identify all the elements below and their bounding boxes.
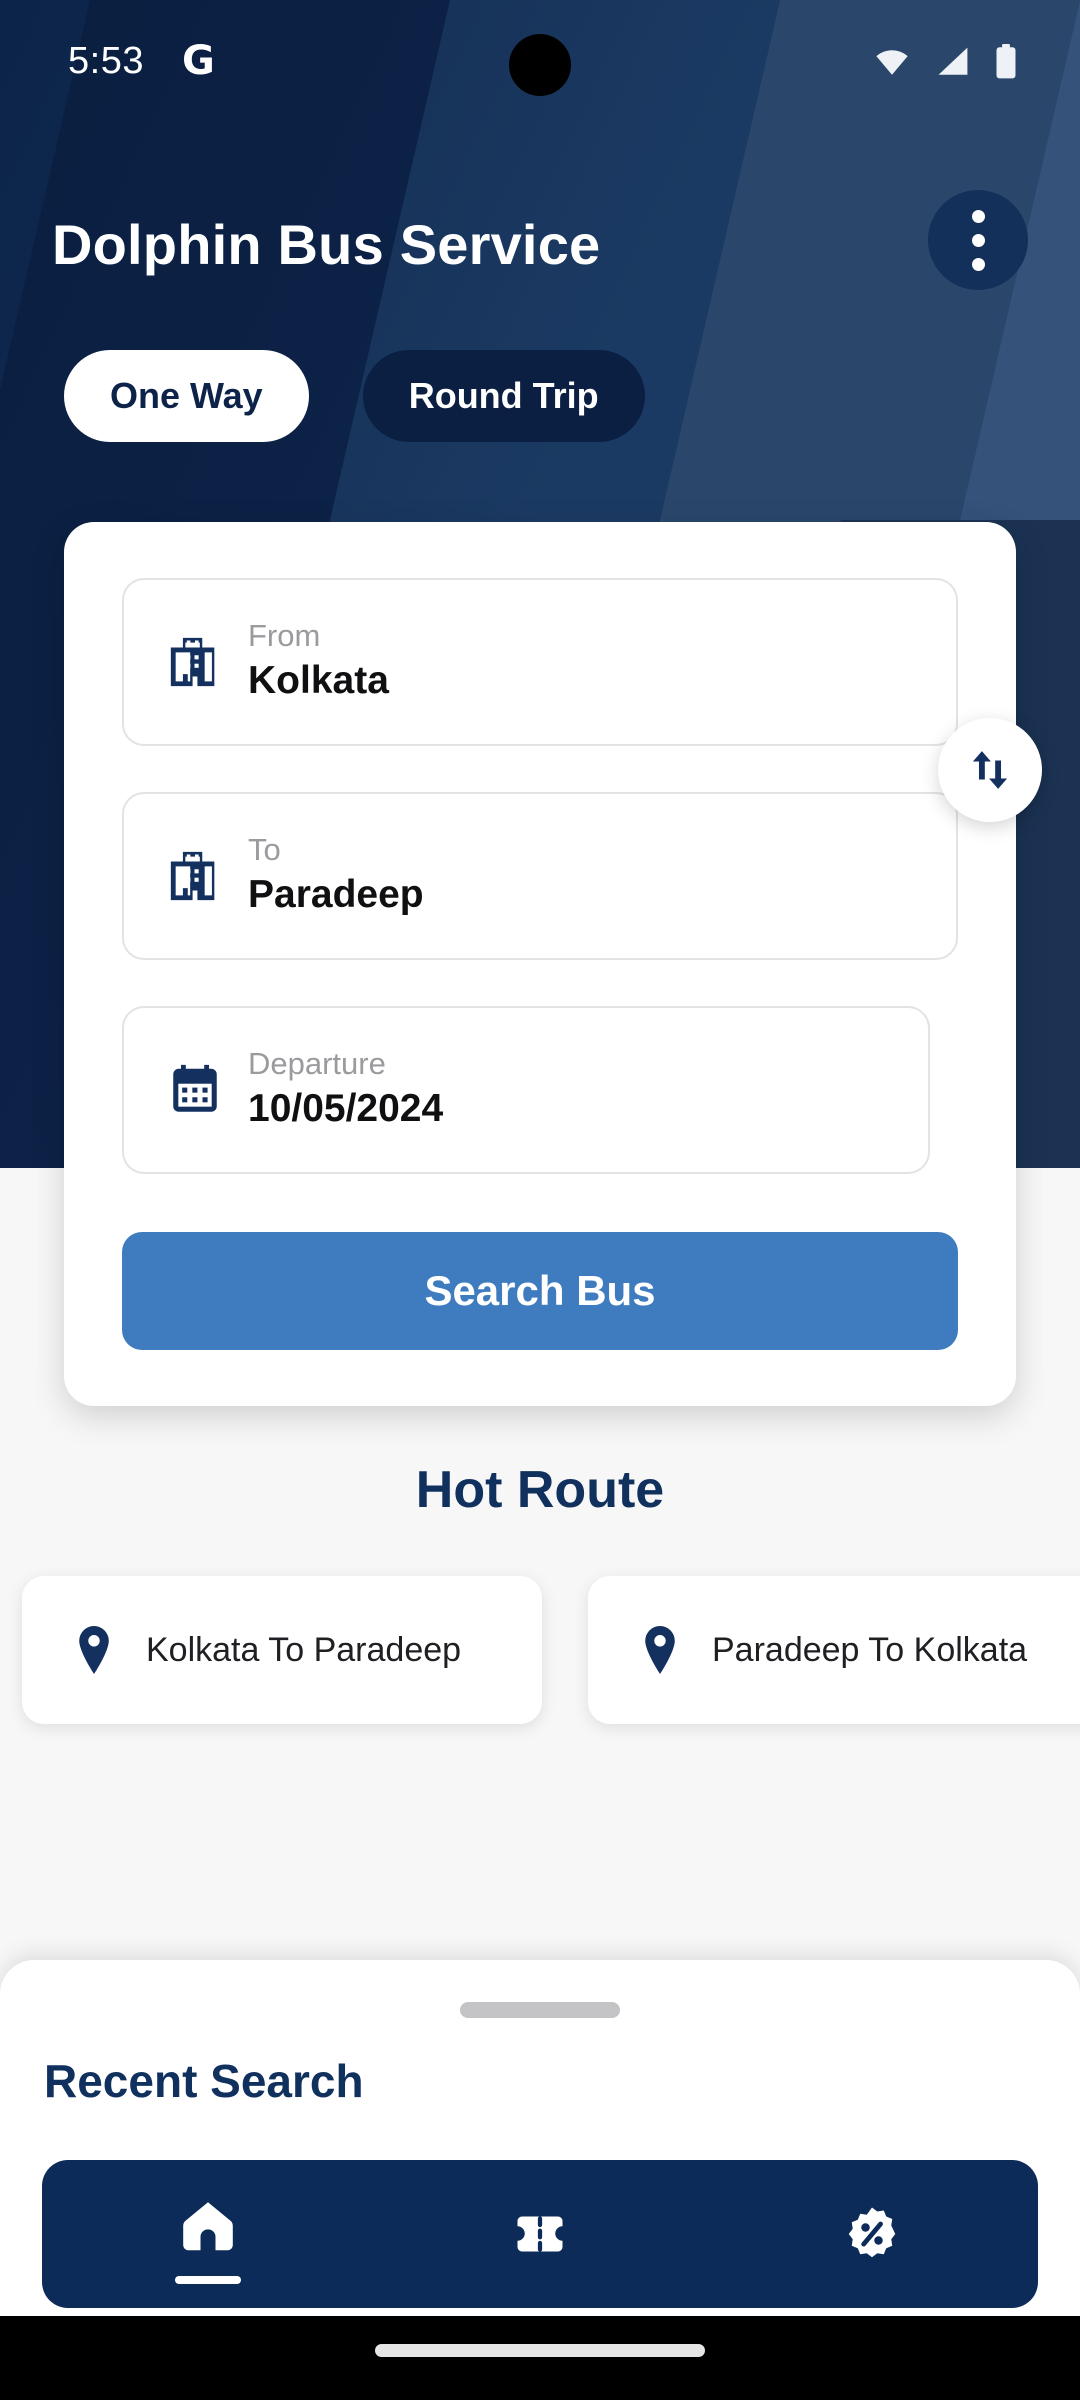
front-camera-cutout bbox=[509, 34, 571, 96]
app-screen: 5:53 G Dolphin Bus Service One Way Round… bbox=[0, 0, 1080, 2400]
location-pin-icon bbox=[79, 1626, 109, 1674]
nav-item-offers[interactable] bbox=[706, 2160, 1038, 2308]
to-label: To bbox=[248, 832, 281, 868]
departure-label: Departure bbox=[248, 1046, 386, 1082]
location-pin-icon bbox=[645, 1626, 675, 1674]
home-icon bbox=[183, 2202, 233, 2251]
from-field[interactable]: From Kolkata bbox=[122, 578, 958, 746]
discount-badge-icon bbox=[848, 2207, 896, 2258]
departure-value: 10/05/2024 bbox=[248, 1087, 444, 1131]
swap-vertical-icon bbox=[972, 751, 1008, 789]
recent-search-title: Recent Search bbox=[44, 2055, 364, 2107]
sheet-drag-handle[interactable] bbox=[460, 2002, 620, 2018]
to-field[interactable]: To Paradeep bbox=[122, 792, 958, 960]
nav-item-home[interactable] bbox=[42, 2160, 374, 2308]
active-tab-indicator bbox=[175, 2276, 241, 2284]
from-label: From bbox=[248, 618, 321, 654]
hot-route-item[interactable]: Kolkata To Paradeep bbox=[22, 1576, 542, 1724]
city-building-icon bbox=[158, 847, 232, 905]
bottom-navigation-bar bbox=[42, 2160, 1038, 2308]
from-value: Kolkata bbox=[248, 659, 389, 703]
hot-route-item[interactable]: Paradeep To Kolkata bbox=[588, 1576, 1080, 1724]
city-building-icon bbox=[158, 633, 232, 691]
ticket-icon bbox=[517, 2216, 563, 2252]
hot-route-list[interactable]: Kolkata To Paradeep Paradeep To Kolkata bbox=[22, 1576, 1080, 1724]
calendar-icon bbox=[158, 1061, 232, 1119]
search-bus-button[interactable]: Search Bus bbox=[122, 1232, 958, 1350]
tab-round-trip[interactable]: Round Trip bbox=[362, 350, 645, 442]
departure-date-field[interactable]: Departure 10/05/2024 bbox=[122, 1006, 930, 1174]
hot-route-label: Kolkata To Paradeep bbox=[146, 1630, 462, 1669]
system-gesture-bar bbox=[0, 2316, 1080, 2400]
swap-locations-button[interactable] bbox=[938, 718, 1042, 822]
to-value: Paradeep bbox=[248, 873, 424, 917]
search-card: From Kolkata To Paradeep Departure 10/05… bbox=[64, 522, 1042, 1406]
tab-one-way[interactable]: One Way bbox=[64, 350, 309, 442]
hot-route-title: Hot Route bbox=[415, 1461, 665, 1519]
trip-type-tabs: One Way Round Trip bbox=[64, 350, 645, 442]
kebab-dot bbox=[971, 209, 985, 223]
overflow-menu-button[interactable] bbox=[928, 190, 1028, 290]
nav-item-tickets[interactable] bbox=[374, 2160, 706, 2308]
home-gesture-pill[interactable] bbox=[375, 2344, 705, 2357]
kebab-dot bbox=[971, 233, 985, 247]
page-title: Dolphin Bus Service bbox=[52, 213, 601, 276]
hot-route-label: Paradeep To Kolkata bbox=[712, 1630, 1028, 1669]
kebab-dot bbox=[971, 257, 985, 271]
